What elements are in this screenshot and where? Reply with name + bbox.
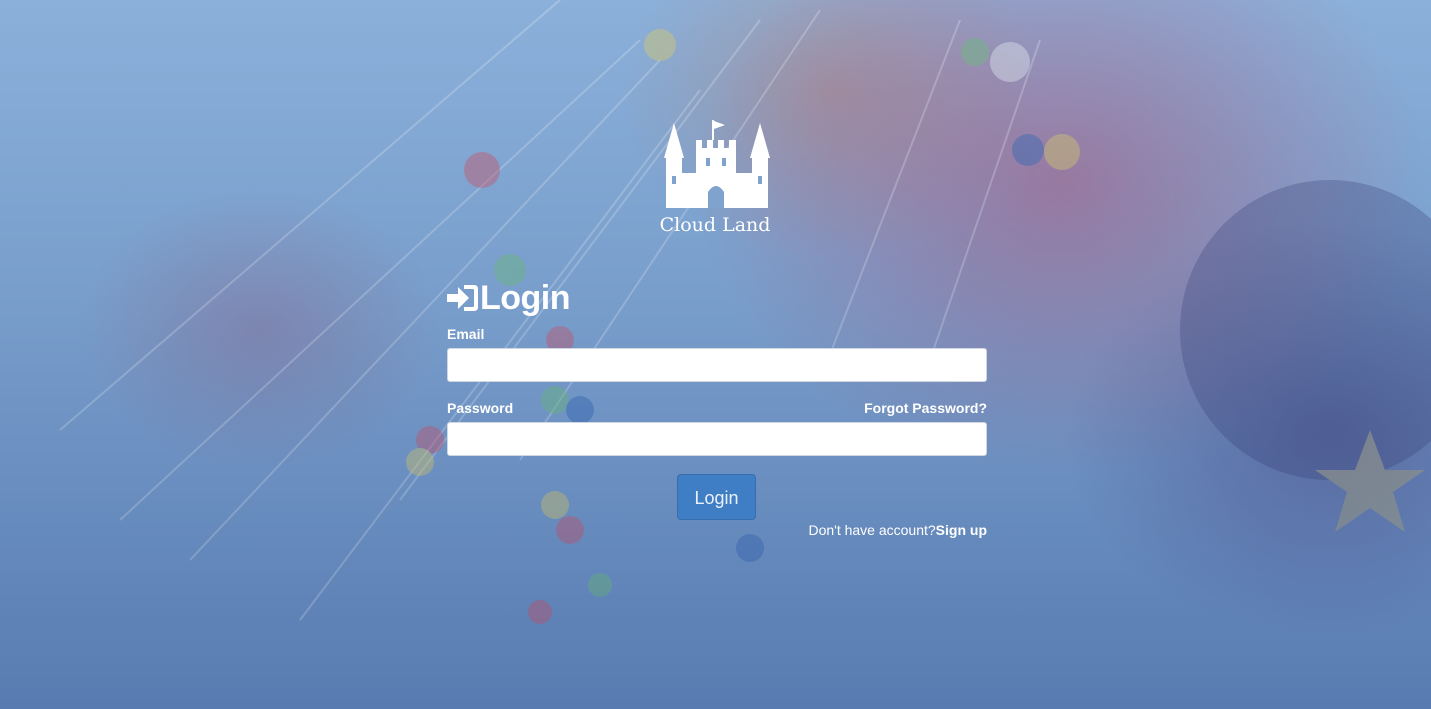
password-field[interactable]	[447, 422, 987, 456]
login-heading: Login	[447, 278, 987, 318]
forgot-password-link[interactable]: Forgot Password?	[864, 400, 987, 416]
signup-prompt: Don't have account?	[808, 522, 936, 538]
login-form: Login Email Password Forgot Password? Lo…	[447, 278, 987, 538]
sign-in-icon	[447, 285, 478, 311]
signup-link[interactable]: Sign up	[936, 522, 987, 538]
castle-icon	[664, 120, 770, 208]
brand-name: Cloud Land	[659, 214, 771, 236]
brand-logo[interactable]: Cloud Land	[650, 118, 780, 238]
email-label: Email	[447, 326, 485, 342]
email-field[interactable]	[447, 348, 987, 382]
login-heading-text: Login	[480, 278, 571, 317]
login-button[interactable]: Login	[677, 474, 756, 520]
signup-row: Don't have account?Sign up	[808, 522, 987, 538]
password-label: Password	[447, 400, 514, 416]
